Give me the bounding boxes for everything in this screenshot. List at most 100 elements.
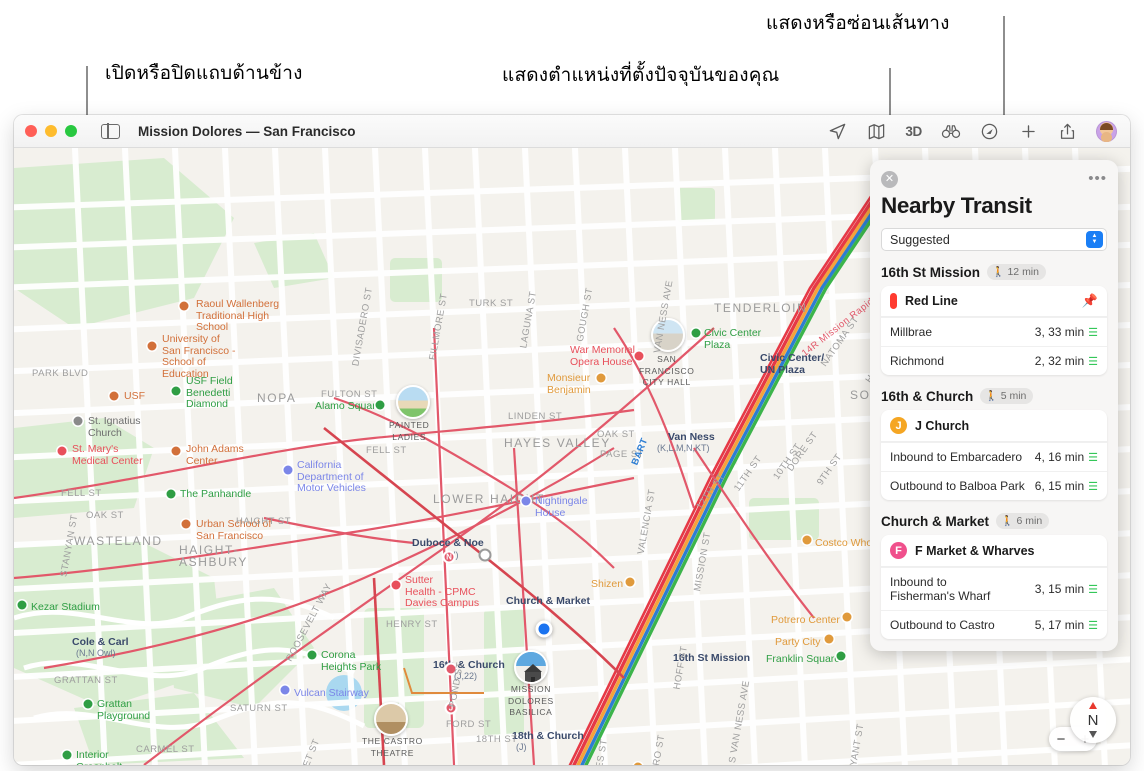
route-header[interactable]: J J Church — [881, 410, 1107, 442]
close-icon[interactable]: ✕ — [881, 170, 898, 188]
map-poi-pin[interactable] — [375, 400, 385, 410]
map-poi-pin[interactable] — [283, 465, 293, 475]
walk-time-chip: 🚶 6 min — [996, 513, 1050, 529]
destination-label: Millbrae — [890, 325, 933, 339]
map-poi-pin[interactable] — [307, 650, 317, 660]
route-badge-icon: J — [890, 417, 907, 434]
route-name: F Market & Wharves — [915, 543, 1035, 558]
stop-name: 16th St Mission — [881, 264, 981, 280]
current-location-dot — [535, 620, 553, 638]
zoom-out-button[interactable]: − — [1057, 731, 1066, 748]
map-poi-pin[interactable] — [147, 341, 157, 351]
more-options-icon[interactable]: ••• — [1088, 171, 1107, 186]
destination-row[interactable]: Outbound to Castro 5, 17 min ☰ — [881, 610, 1107, 639]
destination-label: Inbound to Embarcadero — [890, 450, 1023, 464]
departure-times: 6, 15 min — [1034, 479, 1085, 493]
callout-routes-leader — [1003, 16, 1005, 122]
map-poi-pin[interactable] — [836, 651, 846, 661]
maps-window: Mission Dolores — San Francisco 3D Raoul… — [14, 115, 1130, 765]
map-poi-pin[interactable] — [280, 685, 290, 695]
map-poi-pin[interactable] — [633, 762, 643, 765]
window-controls[interactable] — [25, 125, 77, 137]
maximize-window-button[interactable] — [65, 125, 77, 137]
map-poi-pin[interactable] — [596, 373, 606, 383]
three-d-icon[interactable]: 3D — [905, 124, 922, 139]
route-name: Red Line — [905, 294, 958, 308]
walk-time-chip: 🚶 5 min — [980, 388, 1034, 404]
route-header[interactable]: F F Market & Wharves — [881, 535, 1107, 567]
filter-select[interactable]: Suggested ▲ ▼ — [881, 228, 1107, 251]
transit-node-n[interactable]: N — [442, 550, 456, 564]
map-poi-pin[interactable] — [179, 301, 189, 311]
transit-node-plain[interactable] — [478, 548, 492, 562]
transit-node-j2[interactable]: J — [444, 701, 458, 715]
walk-time-chip: 🚶 12 min — [987, 264, 1046, 280]
destination-time: 3, 33 min ☰ — [1035, 325, 1098, 339]
stop-header: 16th & Church 🚶 5 min — [881, 388, 1107, 404]
add-icon[interactable] — [1018, 121, 1039, 142]
destination-time: 3, 15 min ☰ — [1035, 582, 1098, 596]
map-poi-pin[interactable] — [842, 612, 852, 622]
landmark-mission-dolores[interactable] — [514, 650, 548, 684]
stop-name: 16th & Church — [881, 388, 974, 404]
route-card[interactable]: J J Church Inbound to Embarcadero 4, 16 … — [881, 410, 1107, 500]
panel-header: ✕ ••• — [881, 169, 1107, 189]
stop-header: Church & Market 🚶 6 min — [881, 513, 1107, 529]
transit-node-j[interactable] — [444, 662, 458, 676]
map-poi-pin[interactable] — [391, 580, 401, 590]
profile-avatar[interactable] — [1096, 120, 1117, 142]
walking-person-icon: 🚶 — [992, 266, 1005, 278]
landmark-castro-theatre[interactable] — [374, 702, 408, 736]
minimize-window-button[interactable] — [45, 125, 57, 137]
map-poi-pin[interactable] — [109, 391, 119, 401]
map-poi-pin[interactable] — [83, 699, 93, 709]
map-poi-pin[interactable] — [73, 416, 83, 426]
map-canvas[interactable]: Raoul Wallenberg Traditional High School… — [14, 148, 1130, 765]
map-poi-pin[interactable] — [634, 351, 644, 361]
live-signal-icon: ☰ — [1088, 583, 1098, 596]
route-header[interactable]: Red Line 📌 — [881, 286, 1107, 317]
compass-control[interactable]: N — [1070, 697, 1116, 743]
landmark-city-hall[interactable] — [651, 318, 685, 352]
map-poi-pin[interactable] — [691, 328, 701, 338]
route-card[interactable]: Red Line 📌 Millbrae 3, 33 min ☰ Richmond — [881, 286, 1107, 375]
map-poi-pin[interactable] — [17, 600, 27, 610]
live-signal-icon: ☰ — [1088, 355, 1098, 368]
destination-row[interactable]: Outbound to Balboa Park 6, 15 min ☰ — [881, 471, 1107, 500]
map-poi-pin[interactable] — [171, 386, 181, 396]
map-poi-pin[interactable] — [802, 535, 812, 545]
departure-times: 4, 16 min — [1034, 450, 1085, 464]
look-around-binoculars-icon[interactable] — [940, 121, 961, 142]
title-bar: Mission Dolores — San Francisco 3D — [14, 115, 1130, 148]
map-poi-pin[interactable] — [171, 446, 181, 456]
pin-icon[interactable]: 📌 — [1082, 293, 1098, 309]
location-arrow-icon[interactable] — [827, 121, 848, 142]
walking-person-icon: 🚶 — [985, 390, 998, 402]
map-view-icon[interactable] — [866, 121, 887, 142]
landmark-painted-ladies[interactable] — [396, 385, 430, 419]
map-poi-pin[interactable] — [824, 634, 834, 644]
destination-row[interactable]: Inbound to Embarcadero 4, 16 min ☰ — [881, 442, 1107, 471]
map-poi-pin[interactable] — [625, 577, 635, 587]
map-poi-pin[interactable] — [181, 519, 191, 529]
chevron-updown-icon[interactable]: ▲ ▼ — [1086, 231, 1103, 248]
sidebar-toggle-icon[interactable] — [101, 122, 120, 140]
destination-row[interactable]: Inbound to Fisherman's Wharf 3, 15 min ☰ — [881, 567, 1107, 610]
live-signal-icon: ☰ — [1088, 326, 1098, 339]
map-poi-pin[interactable] — [62, 750, 72, 760]
window-title: Mission Dolores — San Francisco — [138, 123, 356, 139]
live-signal-icon: ☰ — [1088, 451, 1098, 464]
transit-routes-icon[interactable] — [979, 121, 1000, 142]
destination-row[interactable]: Millbrae 3, 33 min ☰ — [881, 317, 1107, 346]
destination-time: 2, 32 min ☰ — [1035, 354, 1098, 368]
close-window-button[interactable] — [25, 125, 37, 137]
map-poi-pin[interactable] — [521, 496, 531, 506]
map-poi-pin[interactable] — [166, 489, 176, 499]
map-poi-pin[interactable] — [57, 446, 67, 456]
route-card[interactable]: F F Market & Wharves Inbound to Fisherma… — [881, 535, 1107, 639]
walk-time: 6 min — [1016, 515, 1043, 527]
destination-row[interactable]: Richmond 2, 32 min ☰ — [881, 346, 1107, 375]
destination-time: 6, 15 min ☰ — [1035, 479, 1098, 493]
share-icon[interactable] — [1057, 121, 1078, 142]
destination-label: Outbound to Balboa Park — [890, 479, 1025, 493]
